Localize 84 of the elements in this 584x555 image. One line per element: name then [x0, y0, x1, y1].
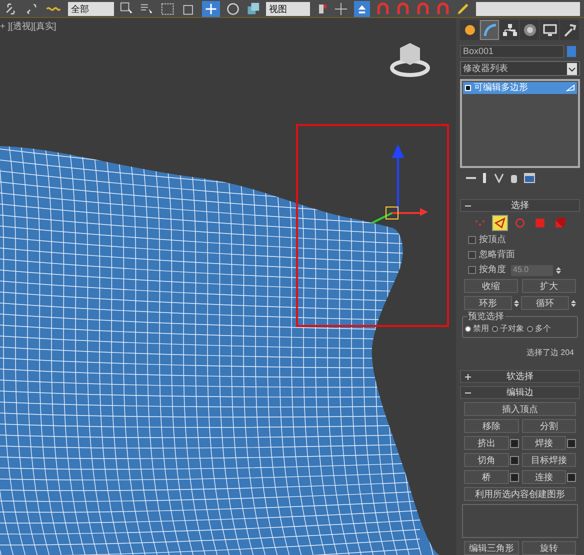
panel-tab[interactable]: [520, 20, 539, 40]
hierarchy-icon: [502, 22, 518, 38]
dropdown-text: 修改器列表: [463, 62, 508, 75]
upload-icon: [357, 4, 367, 14]
move-icon: [205, 2, 217, 14]
radio-label: 禁用: [473, 323, 489, 335]
sub-object-level-button[interactable]: [492, 215, 508, 231]
viewport[interactable]: + ][透视][真实]: [0, 18, 456, 555]
panel-button[interactable]: 旋转: [522, 541, 576, 555]
checkbox-label: 按顶点: [479, 233, 506, 246]
panel-button[interactable]: 编辑三角形: [464, 541, 518, 555]
viewport-label[interactable]: + ][透视][真实]: [0, 20, 56, 34]
unlink-icon[interactable]: [24, 2, 38, 16]
settings-button[interactable]: [567, 438, 576, 448]
display-icon: [542, 22, 558, 38]
panel-button[interactable]: 切角: [464, 453, 508, 467]
panel-button[interactable]: 移除: [464, 419, 518, 433]
radio-button[interactable]: [492, 326, 498, 332]
panel-button[interactable]: 挤出: [464, 436, 508, 450]
select-by-name-icon[interactable]: [140, 2, 154, 16]
polygon-icon: [533, 216, 547, 230]
panel-button[interactable]: 插入顶点: [464, 402, 576, 416]
plus-icon: [465, 374, 471, 380]
stack-item-label: 可编辑多边形: [474, 81, 529, 94]
coordinate-dropdown[interactable]: 视图: [266, 2, 310, 16]
panel-button[interactable]: 桥: [464, 470, 508, 484]
rect-select-icon[interactable]: [160, 2, 176, 16]
panel-button[interactable]: 扩大: [522, 279, 576, 293]
pencil-icon[interactable]: [456, 2, 470, 16]
panel-button[interactable]: 收缩: [464, 279, 518, 293]
panel-button[interactable]: 循环: [521, 296, 569, 310]
circle-icon[interactable]: [226, 2, 240, 16]
panel-button[interactable]: 分割: [522, 419, 576, 433]
panel-button[interactable]: 连接: [522, 470, 566, 484]
group-title: 预览选择: [467, 310, 505, 324]
settings-button[interactable]: [567, 472, 576, 482]
edge-icon: [493, 216, 507, 230]
named-selection-field[interactable]: [476, 2, 580, 16]
scale-icon[interactable]: [246, 2, 260, 16]
chevron-icon: [567, 62, 577, 74]
settings-button[interactable]: [510, 438, 518, 448]
panel-button[interactable]: 焊接: [522, 436, 566, 450]
minus-icon: [465, 390, 471, 396]
panel-tab[interactable]: [500, 20, 519, 40]
align-button[interactable]: [354, 0, 370, 16]
view-cube-drawing[interactable]: [390, 43, 430, 77]
filter-dropdown[interactable]: 全部: [68, 2, 114, 16]
select-cursor-icon[interactable]: [120, 2, 134, 16]
panel-button[interactable]: 利用所选内容创建图形: [464, 487, 576, 501]
border-icon: [513, 216, 527, 230]
link-icon[interactable]: [4, 2, 18, 16]
rollout-header[interactable]: 软选择: [460, 370, 580, 383]
panel-tab[interactable]: [540, 20, 559, 40]
radio-label: 多个: [535, 323, 551, 335]
checkbox-label: 忽略背面: [479, 248, 515, 262]
modifier-list-dropdown[interactable]: 修改器列表: [460, 61, 580, 76]
pivot-icon[interactable]: [316, 2, 328, 16]
object-name-field[interactable]: Box001: [460, 45, 564, 58]
panel-tab[interactable]: [460, 20, 479, 40]
selection-status: 选择了边 204: [525, 347, 575, 359]
minus-icon: [465, 202, 471, 208]
panel-button[interactable]: 环形: [464, 296, 512, 310]
spinner-icon[interactable]: [556, 266, 561, 274]
panel-tab[interactable]: [560, 20, 579, 40]
radio-button[interactable]: [465, 326, 471, 332]
radio-button[interactable]: [527, 326, 533, 332]
radio-label: 子对象: [500, 323, 524, 335]
rollout-header[interactable]: 编辑边: [460, 386, 580, 399]
checkbox-label: 按角度: [479, 263, 506, 276]
spinner-icon[interactable]: [514, 298, 519, 308]
rollout-header[interactable]: 选择: [460, 199, 580, 212]
checkbox[interactable]: [468, 251, 476, 259]
move-tool-button[interactable]: [202, 0, 220, 16]
expand-toggle-icon: [465, 85, 471, 91]
element-icon: [553, 216, 567, 230]
spinner-icon[interactable]: [571, 298, 576, 308]
object-color-swatch[interactable]: [567, 46, 576, 57]
axis-icon[interactable]: [334, 2, 348, 16]
checkbox[interactable]: [468, 266, 476, 274]
panel-button[interactable]: 目标焊接: [522, 453, 576, 467]
settings-button[interactable]: [510, 472, 518, 482]
stack-item[interactable]: 可编辑多边形: [463, 82, 577, 94]
checkbox[interactable]: [468, 236, 476, 244]
settings-button[interactable]: [510, 456, 518, 464]
